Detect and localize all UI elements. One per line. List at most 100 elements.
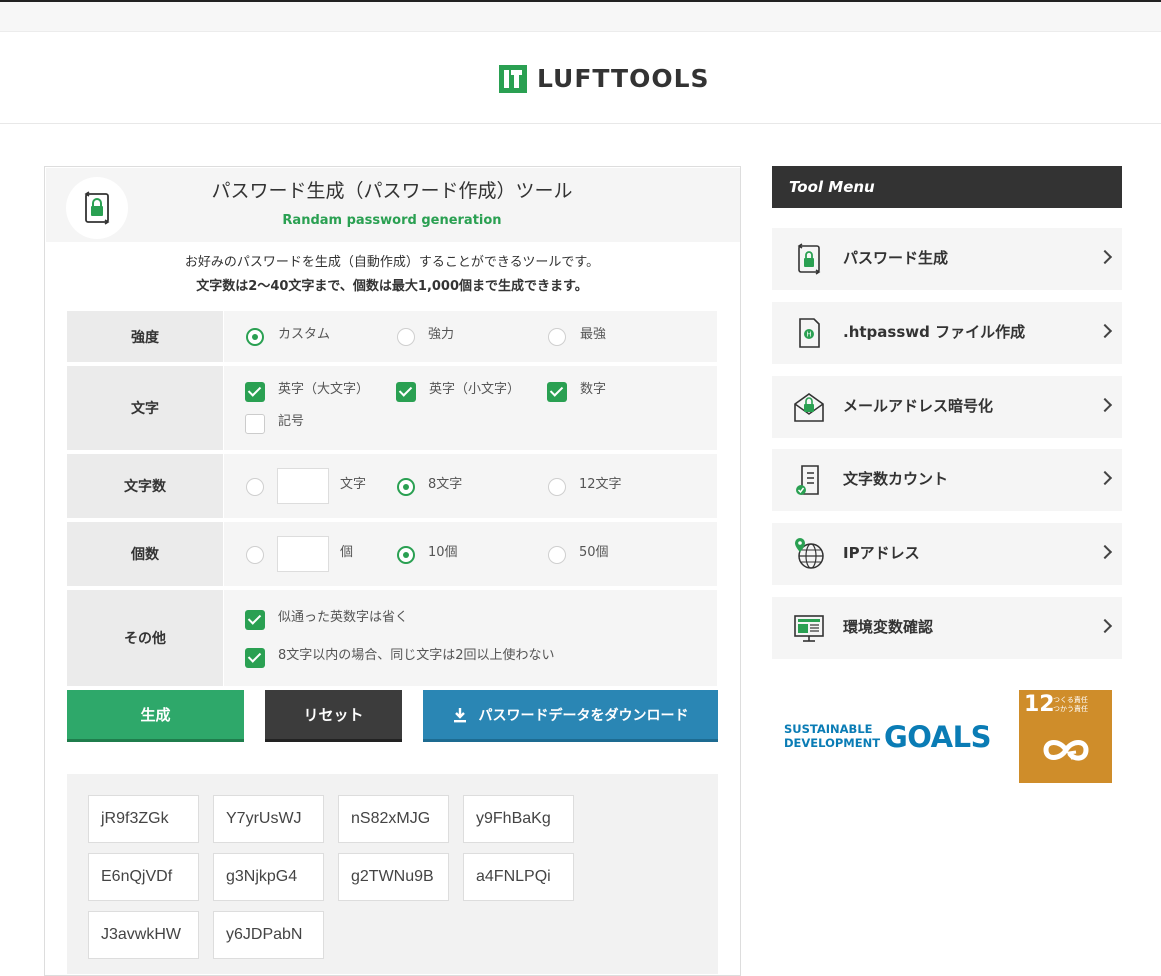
strength-option-custom: カスタム [278,327,331,342]
count-custom-unit: 個 [340,545,354,560]
monitor-icon [794,615,824,642]
logo-text: LUFTTOOLS [537,64,710,93]
download-button[interactable]: パスワードデータをダウンロード [423,690,718,742]
length-options: 文字 8文字 12文字 [224,454,717,518]
option-uppercase: 英字（大文字） [278,382,370,397]
menu-item-ip-address[interactable]: IPアドレス [772,523,1122,585]
tool-description: お好みのパスワードを生成（自動作成）することができるツールです。 文字数は2～4… [0,251,784,299]
sdg-goal-number: 12 [1024,692,1055,717]
chevron-right-icon [1097,249,1113,265]
count-option-10: 10個 [428,545,458,560]
count-radio-custom[interactable] [246,546,264,564]
count-radio-50[interactable] [548,546,566,564]
chevron-right-icon [1097,618,1113,634]
count-options: 個 10個 50個 [224,522,717,586]
infinity-icon [1043,740,1089,761]
count-label: 個数 [67,522,223,586]
sdg-goals: GOALS [884,720,992,754]
menu-label-htpasswd: .htpasswd ファイル作成 [843,323,1026,341]
password-result[interactable]: jR9f3ZGk [88,795,199,843]
sdg-goal-12-badge: 12 つくる責任 つかう責任 [1019,690,1112,783]
checkbox-digits[interactable] [547,382,567,402]
sdg-line-1: SUSTAINABLE [784,722,873,736]
menu-label-password: パスワード生成 [843,249,949,267]
chevron-right-icon [1097,470,1113,486]
other-row: その他 似通った英数字は省く 8文字以内の場合、同じ文字は2回以上使わない [67,590,717,686]
mail-lock-icon [794,393,824,422]
tool-title: パスワード生成（パスワード作成）ツール [211,180,573,202]
menu-item-password[interactable]: パスワード生成 [772,228,1122,290]
desc-line-2: 文字数は2～40文字まで、個数は最大1,000個まで生成できます。 [196,279,588,294]
chars-options: 英字（大文字） 英字（小文字） 数字 記号 [224,366,717,450]
menu-label-mail-encrypt: メールアドレス暗号化 [843,397,994,415]
chevron-right-icon [1097,544,1113,560]
sdg-goal-text-2: つかう責任 [1053,705,1088,713]
strength-option-strongest: 最強 [580,327,607,342]
length-radio-8[interactable] [397,478,415,496]
password-result[interactable]: g3NjkpG4 [213,853,324,901]
password-result[interactable]: y9FhBaKg [463,795,574,843]
length-custom-input[interactable] [277,468,329,504]
generate-button[interactable]: 生成 [67,690,244,742]
length-radio-12[interactable] [548,478,566,496]
option-digits: 数字 [580,382,607,397]
checkbox-lowercase[interactable] [396,382,416,402]
menu-label-env-vars: 環境変数確認 [843,618,934,636]
strength-label: 強度 [67,311,223,362]
length-row: 文字数 文字 8文字 12文字 [67,454,717,518]
other-options: 似通った英数字は省く 8文字以内の場合、同じ文字は2回以上使わない [224,590,717,686]
password-result[interactable]: y6JDPabN [213,911,324,959]
chars-row: 文字 英字（大文字） 英字（小文字） 数字 記号 [67,366,717,450]
menu-item-env-vars[interactable]: 環境変数確認 [772,597,1122,659]
svg-text:H: H [806,331,811,339]
menu-label-char-count: 文字数カウント [843,470,949,488]
chevron-right-icon [1097,397,1113,413]
browser-top-strip [0,0,1161,32]
length-option-12: 12文字 [579,477,622,492]
strength-radio-strong[interactable] [397,328,415,346]
strength-row: 強度 カスタム 強力 最強 [67,311,717,362]
count-option-50: 50個 [579,545,609,560]
checkbox-exclude-similar[interactable] [245,610,265,630]
strength-option-strong: 強力 [428,327,455,342]
count-radio-10[interactable] [397,546,415,564]
htpasswd-file-icon: H [799,318,820,348]
password-result[interactable]: nS82xMJG [338,795,449,843]
tool-menu-title: Tool Menu [772,166,1122,208]
chevron-right-icon [1097,323,1113,339]
download-button-label: パスワードデータをダウンロード [478,707,689,724]
tool-subtitle: Randam password generation [282,213,502,228]
menu-item-mail-encrypt[interactable]: メールアドレス暗号化 [772,376,1122,438]
length-label: 文字数 [67,454,223,518]
password-result[interactable]: J3avwkHW [88,911,199,959]
length-option-8: 8文字 [428,477,463,492]
sdg-goal-text-1: つくる責任 [1053,696,1088,704]
count-row: 個数 個 10個 50個 [67,522,717,586]
password-result[interactable]: E6nQjVDf [88,853,199,901]
menu-item-char-count[interactable]: 文字数カウント [772,449,1122,511]
sdg-logo: SUSTAINABLE DEVELOPMENT GOALS [784,720,994,760]
chars-label: 文字 [67,366,223,450]
strength-radio-custom[interactable] [246,328,264,346]
checkbox-uppercase[interactable] [245,382,265,402]
checkbox-symbols[interactable] [245,414,265,434]
password-results: jR9f3ZGk Y7yrUsWJ nS82xMJG y9FhBaKg E6nQ… [67,774,718,974]
reset-button[interactable]: リセット [265,690,402,742]
option-lowercase: 英字（小文字） [429,382,521,397]
document-count-icon [796,465,819,495]
length-custom-unit: 文字 [340,477,367,492]
count-custom-input[interactable] [277,536,329,572]
strength-radio-strongest[interactable] [548,328,566,346]
site-logo[interactable]: LUFTTOOLS [499,65,710,93]
length-radio-custom[interactable] [246,478,264,496]
password-result[interactable]: g2TWNu9B [338,853,449,901]
other-label: その他 [67,590,223,686]
option-symbols: 記号 [278,414,305,429]
sdg-line-2: DEVELOPMENT [784,736,881,750]
menu-item-htpasswd[interactable]: H .htpasswd ファイル作成 [772,302,1122,364]
checkbox-no-repeat[interactable] [245,648,265,668]
password-lock-icon [797,243,821,275]
password-result[interactable]: a4FNLPQi [463,853,574,901]
option-exclude-similar: 似通った英数字は省く [278,610,409,625]
password-result[interactable]: Y7yrUsWJ [213,795,324,843]
